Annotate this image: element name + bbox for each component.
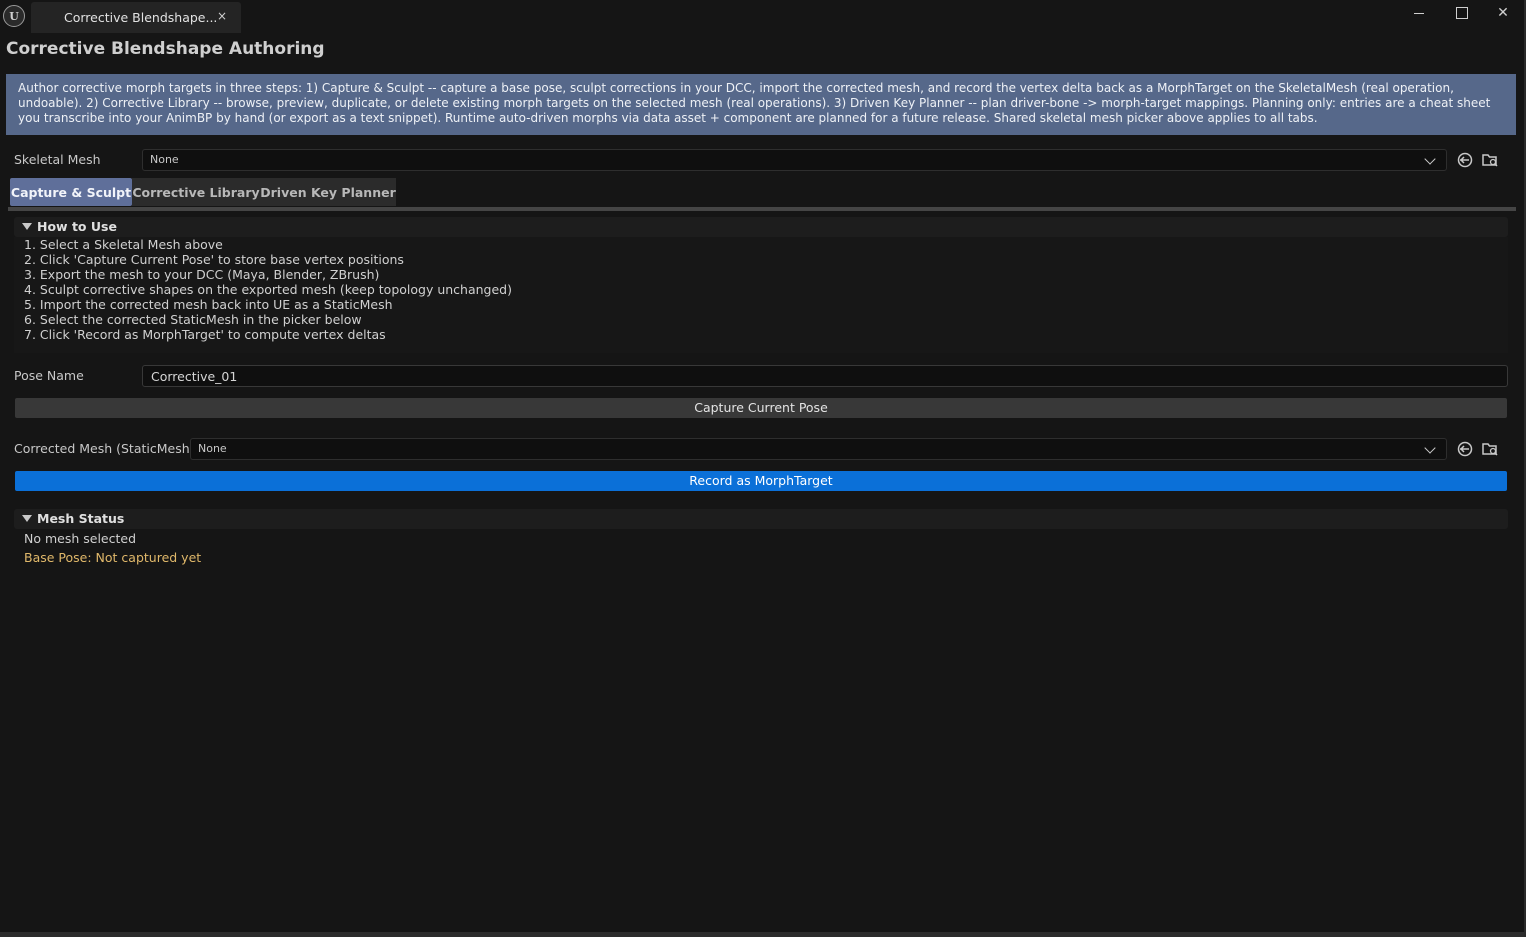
close-window-icon[interactable]: ✕	[1489, 3, 1517, 23]
skeletal-mesh-picker[interactable]: None	[142, 149, 1447, 171]
skeletal-mesh-label: Skeletal Mesh	[14, 152, 101, 167]
how-to-step: 1. Select a Skeletal Mesh above	[24, 237, 223, 252]
browse-asset-folder-icon[interactable]	[1481, 440, 1499, 458]
base-pose-status: Base Pose: Not captured yet	[24, 550, 202, 565]
pose-name-label: Pose Name	[14, 368, 84, 383]
skeletal-mesh-value: None	[150, 153, 179, 166]
document-tab-title: Corrective Blendshape...	[64, 10, 218, 25]
corrected-mesh-value: None	[198, 442, 227, 455]
minimize-icon[interactable]	[1405, 3, 1433, 23]
page-title: Corrective Blendshape Authoring	[6, 39, 325, 59]
how-to-step: 6. Select the corrected StaticMesh in th…	[24, 312, 362, 327]
bottom-border	[0, 932, 1526, 937]
tab-corrective-library[interactable]: Corrective Library	[132, 178, 260, 206]
collapse-caret-icon	[22, 515, 32, 522]
mesh-status-title: Mesh Status	[37, 511, 125, 526]
how-to-step: 2. Click 'Capture Current Pose' to store…	[24, 252, 404, 267]
unreal-logo-icon[interactable]: U	[3, 5, 25, 27]
capture-current-pose-button[interactable]: Capture Current Pose	[15, 398, 1507, 418]
how-to-step: 3. Export the mesh to your DCC (Maya, Bl…	[24, 267, 380, 282]
corrected-mesh-label: Corrected Mesh (StaticMesh)	[14, 441, 195, 456]
document-tab[interactable]: Corrective Blendshape... ×	[31, 2, 241, 33]
corrected-mesh-picker[interactable]: None	[190, 438, 1447, 460]
tab-driven-key-planner[interactable]: Driven Key Planner	[260, 178, 396, 206]
pose-name-input[interactable]: Corrective_01	[142, 365, 1508, 387]
maximize-icon[interactable]	[1447, 3, 1475, 23]
chevron-down-icon	[1424, 442, 1436, 454]
record-morph-target-button[interactable]: Record as MorphTarget	[15, 471, 1507, 491]
mesh-status-header[interactable]: Mesh Status	[14, 509, 1508, 529]
editor-window: U Corrective Blendshape... × ✕ Correctiv…	[0, 0, 1526, 937]
tab-divider	[8, 207, 1516, 211]
use-selected-asset-icon[interactable]	[1456, 151, 1474, 169]
title-bar: U Corrective Blendshape... × ✕	[0, 0, 1526, 34]
mesh-selection-status: No mesh selected	[24, 531, 137, 546]
use-selected-asset-icon[interactable]	[1456, 440, 1474, 458]
how-to-step: 4. Sculpt corrective shapes on the expor…	[24, 282, 512, 297]
how-to-use-body: 1. Select a Skeletal Mesh above 2. Click…	[14, 237, 1508, 353]
chevron-down-icon	[1424, 153, 1436, 165]
tab-close-icon[interactable]: ×	[217, 9, 227, 23]
how-to-use-title: How to Use	[37, 219, 117, 234]
info-banner: Author corrective morph targets in three…	[6, 74, 1516, 135]
browse-asset-folder-icon[interactable]	[1481, 151, 1499, 169]
tab-capture-sculpt[interactable]: Capture & Sculpt	[10, 178, 132, 206]
how-to-use-header[interactable]: How to Use	[14, 217, 1508, 237]
collapse-caret-icon	[22, 223, 32, 230]
how-to-step: 5. Import the corrected mesh back into U…	[24, 297, 393, 312]
how-to-step: 7. Click 'Record as MorphTarget' to comp…	[24, 327, 386, 342]
